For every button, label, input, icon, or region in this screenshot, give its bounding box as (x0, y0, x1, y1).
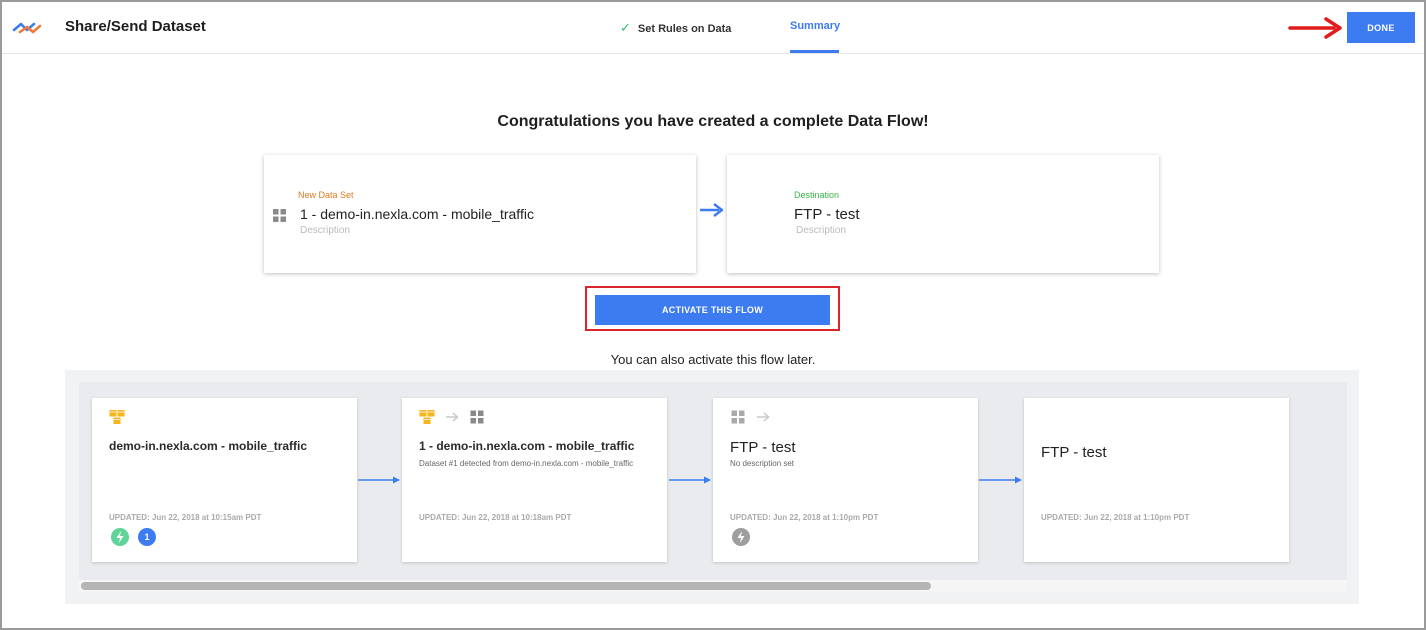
source-kind-label: New Data Set (298, 190, 354, 200)
node-subtitle: Dataset #1 detected from demo-in.nexla.c… (419, 459, 634, 468)
check-icon: ✓ (620, 20, 631, 35)
node-subtitle: No description set (730, 459, 795, 468)
flow-node-destination[interactable]: FTP - test UPDATED: Jun 22, 2018 at 1:10… (1024, 398, 1289, 562)
flow-link-arrow-icon (979, 476, 1022, 484)
arrow-right-icon (446, 412, 459, 422)
arrow-right-icon (700, 203, 724, 217)
flow-node-destination-config[interactable]: FTP - test No description set UPDATED: J… (713, 398, 978, 562)
node-title: FTP - test (730, 439, 796, 456)
node-updated: UPDATED: Jun 22, 2018 at 1:10pm PDT (730, 513, 879, 522)
destination-name: FTP - test (794, 206, 860, 223)
flow-node-dataset[interactable]: 1 - demo-in.nexla.com - mobile_traffic D… (402, 398, 667, 562)
source-description[interactable]: Description (300, 225, 350, 236)
activate-later-note: You can also activate this flow later. (610, 352, 816, 367)
node-updated: UPDATED: Jun 22, 2018 at 1:10pm PDT (1041, 513, 1190, 522)
flow-node-source[interactable]: demo-in.nexla.com - mobile_traffic UPDAT… (92, 398, 357, 562)
lightning-icon[interactable] (732, 528, 750, 546)
dataset-count-badge[interactable]: 1 (138, 528, 156, 546)
flow-canvas[interactable]: demo-in.nexla.com - mobile_traffic UPDAT… (79, 382, 1347, 592)
header-bar: Share/Send Dataset ✓ Set Rules on Data Su… (2, 2, 1424, 54)
grid-icon (731, 410, 745, 424)
source-dataset-name: 1 - demo-in.nexla.com - mobile_traffic (300, 206, 534, 222)
destination-card[interactable]: Destination FTP - test Description (727, 155, 1159, 273)
grid-icon (470, 410, 484, 424)
flow-link-arrow-icon (669, 476, 711, 484)
node-title: demo-in.nexla.com - mobile_traffic (109, 439, 308, 453)
step-summary[interactable]: Summary (790, 20, 840, 32)
congrats-heading: Congratulations you have created a compl… (497, 113, 929, 130)
page-title: Share/Send Dataset (65, 18, 206, 35)
node-updated: UPDATED: Jun 22, 2018 at 10:15am PDT (109, 513, 262, 522)
step-set-rules[interactable]: ✓ Set Rules on Data (620, 20, 731, 36)
lightning-icon[interactable] (111, 528, 129, 546)
done-button[interactable]: DONE (1347, 12, 1415, 43)
window-frame: Share/Send Dataset ✓ Set Rules on Data Su… (0, 0, 1426, 630)
flow-panel: demo-in.nexla.com - mobile_traffic UPDAT… (65, 370, 1359, 604)
destination-description[interactable]: Description (796, 225, 846, 236)
node-icons (419, 409, 485, 425)
flow-link-arrow-icon (358, 476, 400, 484)
arrow-right-icon (757, 412, 770, 422)
destination-kind-label: Destination (794, 190, 840, 200)
node-title: 1 - demo-in.nexla.com - mobile_traffic (419, 439, 635, 453)
scrollbar-thumb[interactable] (81, 582, 931, 590)
active-step-underline (790, 50, 839, 53)
activate-flow-button[interactable]: ACTIVATE THIS FLOW (595, 295, 830, 325)
grid-icon (273, 209, 286, 222)
cubes-icon (419, 410, 435, 424)
step-set-rules-label: Set Rules on Data (637, 23, 732, 35)
source-dataset-card[interactable]: New Data Set 1 - demo-in.nexla.com - mob… (264, 155, 696, 273)
node-title: FTP - test (1041, 444, 1107, 461)
cubes-icon (109, 410, 125, 424)
node-icons (109, 409, 125, 425)
annotation-arrow-icon (1288, 17, 1342, 39)
nexla-logo-icon[interactable] (12, 18, 42, 38)
node-updated: UPDATED: Jun 22, 2018 at 10:18am PDT (419, 513, 572, 522)
node-icons (730, 409, 771, 425)
